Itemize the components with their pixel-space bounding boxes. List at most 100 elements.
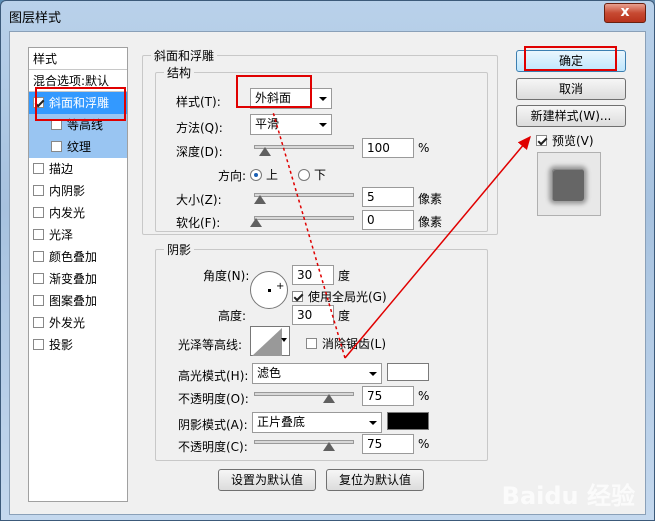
new-style-button[interactable]: 新建样式(W)... — [516, 105, 626, 127]
shadow-mode-label: 阴影模式(A): — [178, 418, 248, 432]
angle-dial[interactable]: + — [250, 271, 288, 309]
chevron-down-icon — [281, 338, 287, 342]
size-slider-thumb[interactable] — [254, 195, 266, 204]
altitude-unit: 度 — [338, 309, 351, 323]
style-item-label: 颜色叠加 — [49, 250, 98, 264]
soften-slider[interactable] — [254, 216, 354, 220]
depth-slider-thumb[interactable] — [259, 147, 271, 156]
style-item[interactable]: 投影 — [29, 334, 127, 356]
direction-up-radio[interactable]: 上 — [250, 166, 278, 183]
direction-up-label: 上 — [266, 168, 279, 182]
direction-down-label: 下 — [314, 168, 327, 182]
reset-default-button[interactable]: 复位为默认值 — [326, 469, 424, 491]
checkbox-unchecked-icon[interactable] — [33, 317, 44, 328]
annotation-box-ok-button — [524, 46, 617, 71]
highlight-opacity-label: 不透明度(O): — [178, 392, 249, 406]
style-item[interactable]: 渐变叠加 — [29, 268, 127, 290]
annotation-box-style-select — [236, 75, 312, 108]
angle-unit: 度 — [338, 269, 351, 283]
highlight-mode-select[interactable]: 滤色 — [252, 363, 382, 384]
radio-on-icon — [250, 169, 262, 181]
soften-slider-thumb[interactable] — [250, 218, 262, 227]
style-item-label: 内发光 — [49, 206, 86, 220]
technique-select[interactable]: 平滑 — [250, 114, 332, 135]
style-item-label: 渐变叠加 — [49, 272, 98, 286]
soften-input[interactable]: 0 — [362, 210, 414, 230]
style-item[interactable]: 颜色叠加 — [29, 246, 127, 268]
direction-down-radio[interactable]: 下 — [298, 166, 326, 183]
shadow-opacity-slider[interactable] — [254, 440, 354, 444]
bevel-group-title: 斜面和浮雕 — [151, 47, 218, 64]
highlight-opacity-thumb[interactable] — [323, 394, 335, 403]
antialias-label: 消除锯齿(L) — [322, 337, 387, 351]
highlight-mode-label: 高光模式(H): — [178, 369, 249, 383]
close-button[interactable]: x — [604, 3, 646, 23]
chevron-down-icon — [319, 97, 327, 101]
style-item-label: 内阴影 — [49, 184, 86, 198]
make-default-button[interactable]: 设置为默认值 — [218, 469, 316, 491]
angle-label: 角度(N): — [203, 269, 250, 283]
highlight-opacity-input[interactable]: 75 — [362, 386, 414, 406]
checkbox-unchecked-icon[interactable] — [33, 339, 44, 350]
size-slider[interactable] — [254, 193, 354, 197]
crosshair-icon: + — [276, 281, 285, 292]
highlight-opacity-slider[interactable] — [254, 392, 354, 396]
style-item[interactable]: 内阴影 — [29, 180, 127, 202]
checkbox-unchecked-icon[interactable] — [33, 185, 44, 196]
cancel-button[interactable]: 取消 — [516, 78, 626, 100]
style-item[interactable]: 内发光 — [29, 202, 127, 224]
depth-label: 深度(D): — [176, 145, 223, 159]
checkbox-unchecked-icon[interactable] — [33, 207, 44, 218]
angle-input[interactable]: 30 — [292, 265, 334, 285]
preview-checkbox[interactable]: 预览(V) — [536, 132, 594, 149]
shadow-opacity-label: 不透明度(C): — [178, 440, 248, 454]
chevron-down-icon — [369, 372, 377, 376]
style-item-label: 纹理 — [67, 140, 92, 154]
style-item[interactable]: 纹理 — [29, 136, 127, 158]
size-input[interactable]: 5 — [362, 187, 414, 207]
style-item[interactable]: 光泽 — [29, 224, 127, 246]
checkbox-unchecked-icon[interactable] — [33, 163, 44, 174]
style-item[interactable]: 图案叠加 — [29, 290, 127, 312]
shadow-color-swatch[interactable] — [387, 412, 429, 430]
shadow-opacity-input[interactable]: 75 — [362, 434, 414, 454]
checkbox-checked-icon — [536, 135, 547, 146]
radio-off-icon — [298, 169, 310, 181]
checkbox-unchecked-icon[interactable] — [33, 273, 44, 284]
shadow-mode-select[interactable]: 正片叠底 — [252, 412, 382, 433]
checkbox-unchecked-icon[interactable] — [33, 251, 44, 262]
baidu-watermark: Baidu 经验 — [501, 482, 635, 510]
shading-title: 阴影 — [164, 241, 195, 258]
shadow-opacity-unit: % — [418, 437, 430, 451]
annotation-box-bevel-item — [35, 87, 126, 121]
style-item[interactable]: 外发光 — [29, 312, 127, 334]
soften-unit: 像素 — [418, 215, 443, 229]
style-item[interactable]: 描边 — [29, 158, 127, 180]
altitude-input[interactable]: 30 — [292, 305, 334, 325]
style-list-header[interactable]: 样式 — [29, 48, 127, 70]
size-unit: 像素 — [418, 192, 443, 206]
depth-input[interactable]: 100 — [362, 138, 414, 158]
style-items: 斜面和浮雕 等高线 纹理 描边 内阴影 内发光 光泽 颜色叠加 渐变叠加 图案叠加 外发光 投影 — [29, 92, 127, 356]
chevron-down-icon — [319, 123, 327, 127]
depth-unit: % — [418, 141, 430, 155]
altitude-label: 高度: — [218, 309, 247, 323]
technique-value: 平滑 — [255, 117, 280, 131]
preview-label: 预览(V) — [552, 134, 594, 148]
shadow-opacity-thumb[interactable] — [323, 442, 335, 451]
style-item-label: 投影 — [49, 338, 74, 352]
checkbox-checked-icon — [292, 291, 303, 302]
checkbox-unchecked-icon[interactable] — [33, 295, 44, 306]
antialias-checkbox[interactable]: 消除锯齿(L) — [306, 335, 386, 352]
checkbox-unchecked-icon[interactable] — [33, 229, 44, 240]
dial-center-dot — [268, 289, 271, 292]
global-light-checkbox[interactable]: 使用全局光(G) — [292, 288, 387, 305]
gloss-contour-picker[interactable] — [250, 326, 290, 356]
direction-label: 方向: — [218, 169, 247, 183]
checkbox-unchecked-icon[interactable] — [51, 141, 62, 152]
checkbox-unchecked-icon — [306, 338, 317, 349]
soften-label: 软化(F): — [176, 216, 221, 230]
contour-linear-icon — [252, 328, 282, 356]
highlight-mode-value: 滤色 — [257, 366, 282, 380]
highlight-color-swatch[interactable] — [387, 363, 429, 381]
